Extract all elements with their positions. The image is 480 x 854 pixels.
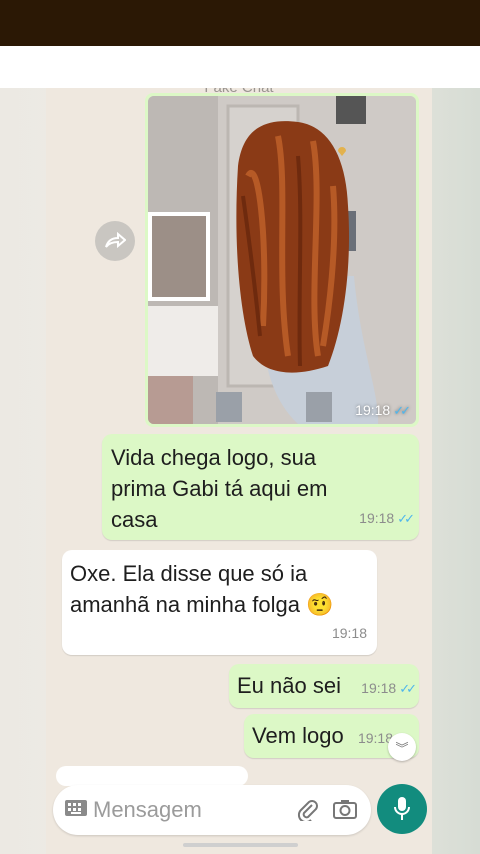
home-indicator [183, 843, 298, 847]
header-strip [0, 46, 480, 88]
camera-icon[interactable] [333, 798, 357, 820]
photo[interactable] [148, 96, 416, 424]
paperclip-icon[interactable] [297, 799, 319, 821]
message-text: Vem logo [252, 723, 344, 748]
status-bar [0, 0, 480, 46]
forward-icon [105, 232, 126, 249]
message-bubble-out[interactable]: Vida chega logo, sua prima Gabi tá aqui … [102, 434, 419, 540]
message-time: 19:18 ✓✓ [361, 680, 417, 696]
scroll-down-button[interactable]: ︾ [388, 733, 416, 761]
message-time: 19:18 [331, 625, 367, 641]
read-ticks-icon: ✓✓ [397, 511, 415, 526]
message-text: Vida chega logo, sua prima Gabi tá aqui … [111, 445, 328, 532]
message-text: Eu não sei [237, 673, 341, 698]
forward-button[interactable] [95, 221, 135, 261]
partial-message-bubble [56, 766, 248, 786]
message-text: Oxe. Ela disse que só ia amanhã na minha… [70, 561, 334, 617]
read-ticks-icon: ✓✓ [399, 681, 417, 696]
read-ticks-icon: ✓✓ [393, 403, 411, 418]
message-bubble-out[interactable]: Eu não sei 19:18 ✓✓ [229, 664, 419, 708]
mic-button[interactable] [377, 784, 427, 834]
image-message[interactable]: 19:18 ✓✓ [145, 93, 419, 427]
mic-icon [394, 797, 410, 820]
image-message-time: 19:18 ✓✓ [355, 402, 411, 418]
keyboard-icon[interactable] [65, 800, 87, 816]
message-input[interactable]: Mensagem [93, 797, 202, 823]
double-chevron-down-icon: ︾ [395, 740, 409, 756]
message-input-bar[interactable]: Mensagem [53, 785, 371, 835]
message-time: 19:18 ✓✓ [359, 510, 415, 526]
message-bubble-in[interactable]: Oxe. Ela disse que só ia amanhã na minha… [62, 550, 377, 655]
